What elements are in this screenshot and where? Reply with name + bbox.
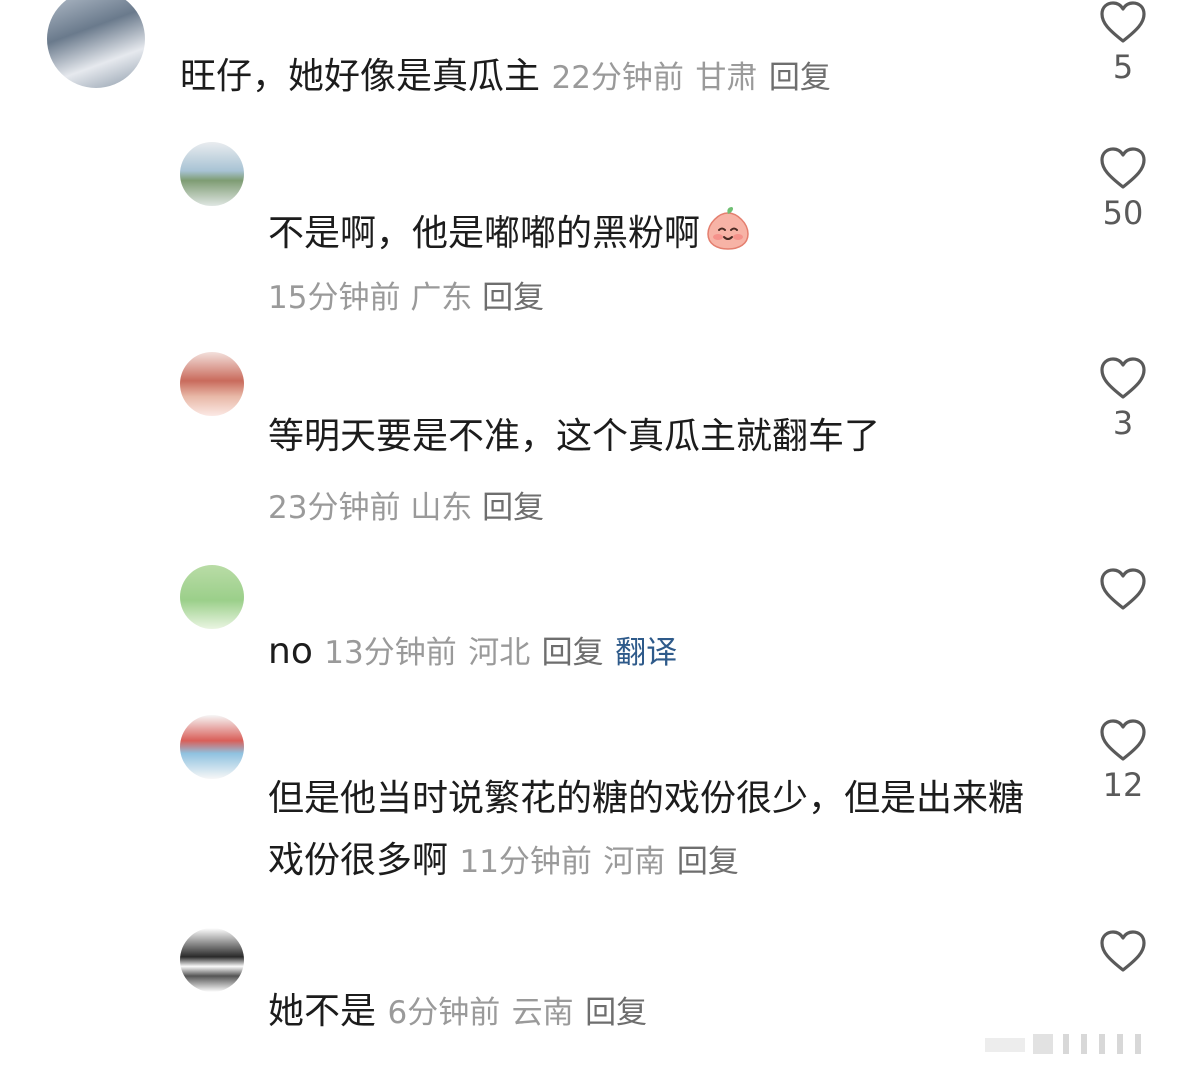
heart-outline-icon	[1100, 930, 1146, 972]
comment-5: 她不是 6分钟前 云南 回复	[268, 990, 647, 1033]
reply-button[interactable]: 回复	[482, 490, 544, 526]
comment-meta: 15分钟前 广东 回复	[268, 272, 544, 317]
comment-3: no 13分钟前 河北 回复 翻译	[268, 630, 677, 673]
comment-1: 不是啊，他是嘟嘟的黑粉啊	[268, 205, 752, 255]
avatar[interactable]	[180, 142, 244, 206]
avatar[interactable]	[47, 0, 145, 88]
reply-button[interactable]: 回复	[542, 635, 604, 671]
comment-time: 15分钟前	[268, 280, 401, 316]
comment-time: 23分钟前	[268, 490, 401, 526]
like-button[interactable]: 5	[1097, 0, 1149, 86]
comment-time: 13分钟前	[324, 635, 457, 671]
comment-text: no	[268, 631, 313, 672]
avatar[interactable]	[180, 928, 244, 992]
like-button[interactable]	[1097, 929, 1149, 977]
comment-location: 云南	[511, 995, 574, 1031]
comment-text: 她不是	[268, 991, 377, 1032]
reply-button[interactable]: 回复	[585, 995, 647, 1031]
comment-location: 广东	[410, 280, 473, 316]
like-count: 5	[1112, 48, 1134, 86]
comment-location: 甘肃	[695, 60, 758, 96]
avatar[interactable]	[180, 715, 244, 779]
translate-button[interactable]: 翻译	[615, 635, 677, 671]
comment-2: 等明天要是不准，这个真瓜主就翻车了	[268, 415, 880, 458]
comment-0: 旺仔，她好像是真瓜主 22分钟前 甘肃 回复	[180, 55, 831, 98]
heart-outline-icon	[1100, 147, 1146, 189]
heart-outline-icon	[1100, 1, 1146, 43]
comment-time: 6分钟前	[387, 995, 501, 1031]
reply-button[interactable]: 回复	[482, 280, 544, 316]
heart-outline-icon	[1100, 357, 1146, 399]
like-button[interactable]: 3	[1097, 356, 1149, 442]
like-count: 50	[1102, 194, 1144, 232]
heart-outline-icon	[1100, 568, 1146, 610]
comment-location: 山东	[410, 490, 473, 526]
comment-text: 不是啊，他是嘟嘟的黑粉啊	[268, 213, 701, 254]
comment-text: 等明天要是不准，这个真瓜主就翻车了	[268, 416, 881, 457]
heart-outline-icon	[1100, 719, 1146, 761]
like-button[interactable]	[1097, 567, 1149, 615]
comment-meta: 23分钟前 山东 回复	[268, 482, 544, 527]
avatar[interactable]	[180, 352, 244, 416]
like-count: 3	[1112, 404, 1134, 442]
comment-text: 旺仔，她好像是真瓜主	[180, 56, 541, 97]
comment-location: 河北	[468, 635, 531, 671]
watermark	[985, 1034, 1141, 1054]
comment-location: 河南	[603, 844, 666, 881]
smiling-peach-emoji-icon	[707, 207, 749, 250]
comment-time: 22分钟前	[551, 60, 684, 96]
comment-time: 11分钟前	[459, 844, 592, 881]
like-count: 12	[1102, 766, 1144, 804]
like-button[interactable]: 12	[1097, 718, 1149, 804]
comment-4: 但是他当时说繁花的糖的戏份很少，但是出来糖戏份很多啊 11分钟前 河南 回复	[268, 768, 1028, 893]
reply-button[interactable]: 回复	[769, 60, 831, 96]
avatar[interactable]	[180, 565, 244, 629]
like-button[interactable]: 50	[1097, 146, 1149, 232]
reply-button[interactable]: 回复	[677, 844, 739, 880]
